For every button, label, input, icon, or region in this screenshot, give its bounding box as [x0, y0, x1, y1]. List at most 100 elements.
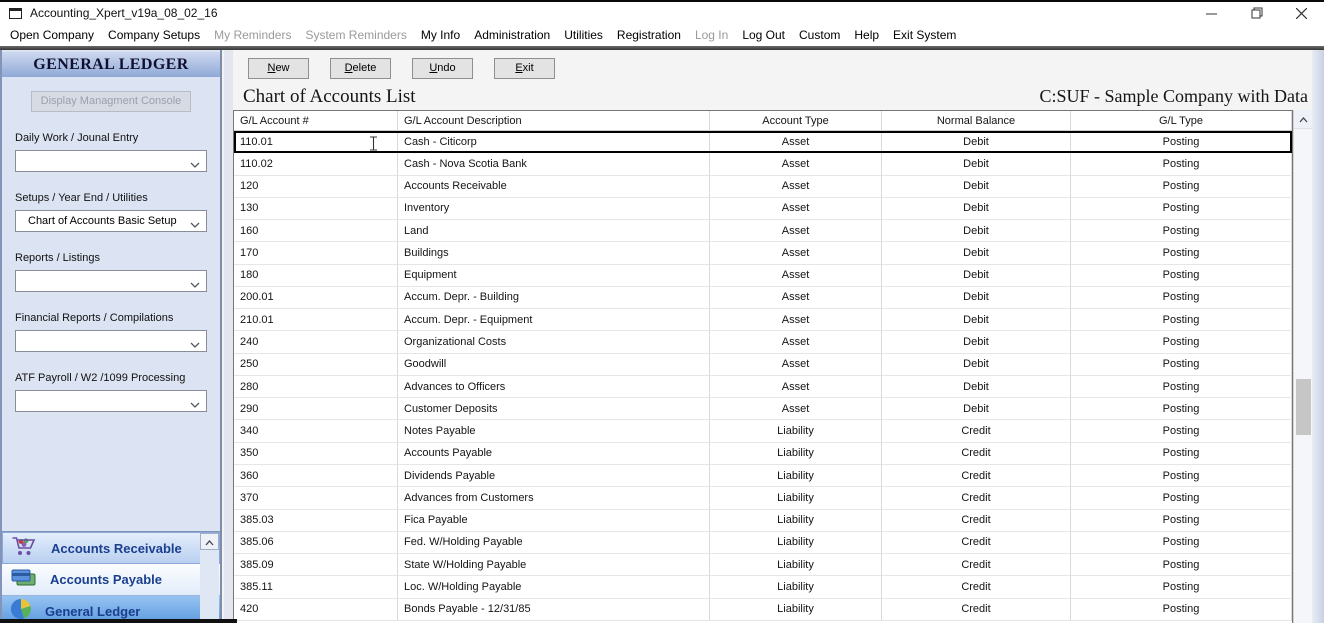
column-header-g-l-account[interactable]: G/L Account #: [234, 111, 398, 131]
cell-g-l-type: Posting: [1071, 309, 1292, 331]
chevron-up-icon: [205, 533, 214, 551]
table-row[interactable]: 160LandAssetDebitPosting: [234, 220, 1292, 242]
cell-account-type: Asset: [710, 265, 882, 287]
app-icon[interactable]: [9, 8, 22, 19]
cell-g-l-account: 250: [234, 354, 398, 376]
combo-financial-reports-compilations[interactable]: [15, 330, 207, 352]
menu-item-utilities[interactable]: Utilities: [557, 26, 610, 44]
column-header-normal-balance[interactable]: Normal Balance: [882, 111, 1071, 131]
cell-g-l-account-description: Advances to Officers: [398, 376, 710, 398]
cell-normal-balance: Debit: [882, 376, 1071, 398]
exit-button[interactable]: Exit: [494, 58, 555, 79]
menu-item-company-setups[interactable]: Company Setups: [101, 26, 207, 44]
table-scroll-up-button[interactable]: [1294, 110, 1313, 129]
combo-reports-listings[interactable]: [15, 270, 207, 292]
module-label: Accounts Payable: [50, 572, 162, 587]
cell-g-l-account-description: Goodwill: [398, 354, 710, 376]
cell-g-l-account-description: Accounts Payable: [398, 443, 710, 465]
cell-g-l-account: 350: [234, 443, 398, 465]
table-row[interactable]: 280Advances to OfficersAssetDebitPosting: [234, 376, 1292, 398]
menu-item-custom[interactable]: Custom: [792, 26, 847, 44]
module-item-accounts-payable[interactable]: Accounts Payable: [2, 564, 220, 596]
menu-item-help[interactable]: Help: [847, 26, 886, 44]
table-row[interactable]: 350Accounts PayableLiabilityCreditPostin…: [234, 443, 1292, 465]
column-header-g-l-account-description[interactable]: G/L Account Description: [398, 111, 710, 131]
cell-g-l-account-description: Advances from Customers: [398, 487, 710, 509]
cell-g-l-account: 340: [234, 420, 398, 442]
cell-g-l-account: 200.01: [234, 287, 398, 309]
table-row[interactable]: 420Bonds Payable - 12/31/85LiabilityCred…: [234, 599, 1292, 621]
table-row[interactable]: 110.01Cash - CiticorpAssetDebitPosting: [234, 131, 1292, 153]
table-row[interactable]: 360Dividends PayableLiabilityCreditPosti…: [234, 465, 1292, 487]
column-header-account-type[interactable]: Account Type: [710, 111, 882, 131]
cell-account-type: Liability: [710, 532, 882, 554]
menu-item-my-reminders: My Reminders: [207, 26, 298, 44]
table-row[interactable]: 240Organizational CostsAssetDebitPosting: [234, 331, 1292, 353]
section-setups-year-end-utilities: Setups / Year End / UtilitiesChart of Ac…: [2, 192, 220, 232]
credit-card-icon: [10, 568, 37, 591]
cell-g-l-account-description: Loc. W/Holding Payable: [398, 576, 710, 598]
cell-g-l-account: 110.02: [234, 153, 398, 175]
cell-g-l-type: Posting: [1071, 398, 1292, 420]
table-row[interactable]: 250GoodwillAssetDebitPosting: [234, 354, 1292, 376]
cell-g-l-account-description: Notes Payable: [398, 420, 710, 442]
menu-item-my-info[interactable]: My Info: [414, 26, 467, 44]
cell-normal-balance: Debit: [882, 242, 1071, 264]
table-scroll-thumb[interactable]: [1296, 379, 1311, 435]
chevron-down-icon: [190, 339, 200, 351]
table-row[interactable]: 180EquipmentAssetDebitPosting: [234, 265, 1292, 287]
cell-normal-balance: Debit: [882, 153, 1071, 175]
menu-item-administration[interactable]: Administration: [467, 26, 557, 44]
section-daily-work-jounal-entry: Daily Work / Jounal Entry: [2, 132, 220, 172]
table-row[interactable]: 210.01Accum. Depr. - EquipmentAssetDebit…: [234, 309, 1292, 331]
cell-account-type: Asset: [710, 242, 882, 264]
cell-g-l-account-description: Land: [398, 220, 710, 242]
cell-account-type: Asset: [710, 131, 882, 153]
table-scrollbar[interactable]: [1293, 110, 1312, 623]
cell-normal-balance: Credit: [882, 443, 1071, 465]
cell-g-l-type: Posting: [1071, 331, 1292, 353]
cell-g-l-type: Posting: [1071, 198, 1292, 220]
new-button[interactable]: New: [248, 58, 309, 79]
menu-item-open-company[interactable]: Open Company: [3, 26, 101, 44]
cell-normal-balance: Debit: [882, 287, 1071, 309]
cell-normal-balance: Credit: [882, 420, 1071, 442]
close-button[interactable]: [1279, 2, 1324, 24]
cell-g-l-type: Posting: [1071, 510, 1292, 532]
module-scroll-up-button[interactable]: [200, 533, 219, 550]
table-row[interactable]: 200.01Accum. Depr. - BuildingAssetDebitP…: [234, 287, 1292, 309]
menu-item-log-out[interactable]: Log Out: [735, 26, 792, 44]
cell-g-l-account-description: Cash - Nova Scotia Bank: [398, 153, 710, 175]
table-row[interactable]: 340Notes PayableLiabilityCreditPosting: [234, 420, 1292, 442]
table-row[interactable]: 110.02Cash - Nova Scotia BankAssetDebitP…: [234, 153, 1292, 175]
cell-g-l-account-description: Dividends Payable: [398, 465, 710, 487]
combo-daily-work-jounal-entry[interactable]: [15, 150, 207, 172]
table-row[interactable]: 370Advances from CustomersLiabilityCredi…: [234, 487, 1292, 509]
table-row[interactable]: 290Customer DepositsAssetDebitPosting: [234, 398, 1292, 420]
table-row[interactable]: 385.11Loc. W/Holding PayableLiabilityCre…: [234, 576, 1292, 598]
cell-account-type: Liability: [710, 576, 882, 598]
cell-g-l-account: 160: [234, 220, 398, 242]
table-row[interactable]: 170BuildingsAssetDebitPosting: [234, 242, 1292, 264]
table-row[interactable]: 385.03Fica PayableLiabilityCreditPosting: [234, 510, 1292, 532]
restore-button[interactable]: [1234, 2, 1279, 24]
combo-setups-year-end-utilities[interactable]: Chart of Accounts Basic Setup: [15, 210, 207, 232]
combo-atf-payroll-w2-1099-processing[interactable]: [15, 390, 207, 412]
menu-item-registration[interactable]: Registration: [610, 26, 688, 44]
column-header-g-l-type[interactable]: G/L Type: [1071, 111, 1292, 131]
table-row[interactable]: 385.06Fed. W/Holding PayableLiabilityCre…: [234, 532, 1292, 554]
module-scrollbar[interactable]: [200, 533, 219, 623]
table-row[interactable]: 385.09State W/Holding PayableLiabilityCr…: [234, 554, 1292, 576]
cell-g-l-type: Posting: [1071, 354, 1292, 376]
cell-g-l-type: Posting: [1071, 576, 1292, 598]
table-row[interactable]: 130InventoryAssetDebitPosting: [234, 198, 1292, 220]
undo-button[interactable]: Undo: [412, 58, 473, 79]
table-row[interactable]: 120Accounts ReceivableAssetDebitPosting: [234, 176, 1292, 198]
chevron-down-icon: [190, 219, 200, 231]
module-item-accounts-receivable[interactable]: Accounts Receivable: [2, 532, 220, 564]
menu-item-exit-system[interactable]: Exit System: [886, 26, 963, 44]
cell-g-l-type: Posting: [1071, 465, 1292, 487]
minimize-button[interactable]: [1189, 2, 1234, 24]
delete-button[interactable]: Delete: [330, 58, 391, 79]
cell-account-type: Liability: [710, 510, 882, 532]
